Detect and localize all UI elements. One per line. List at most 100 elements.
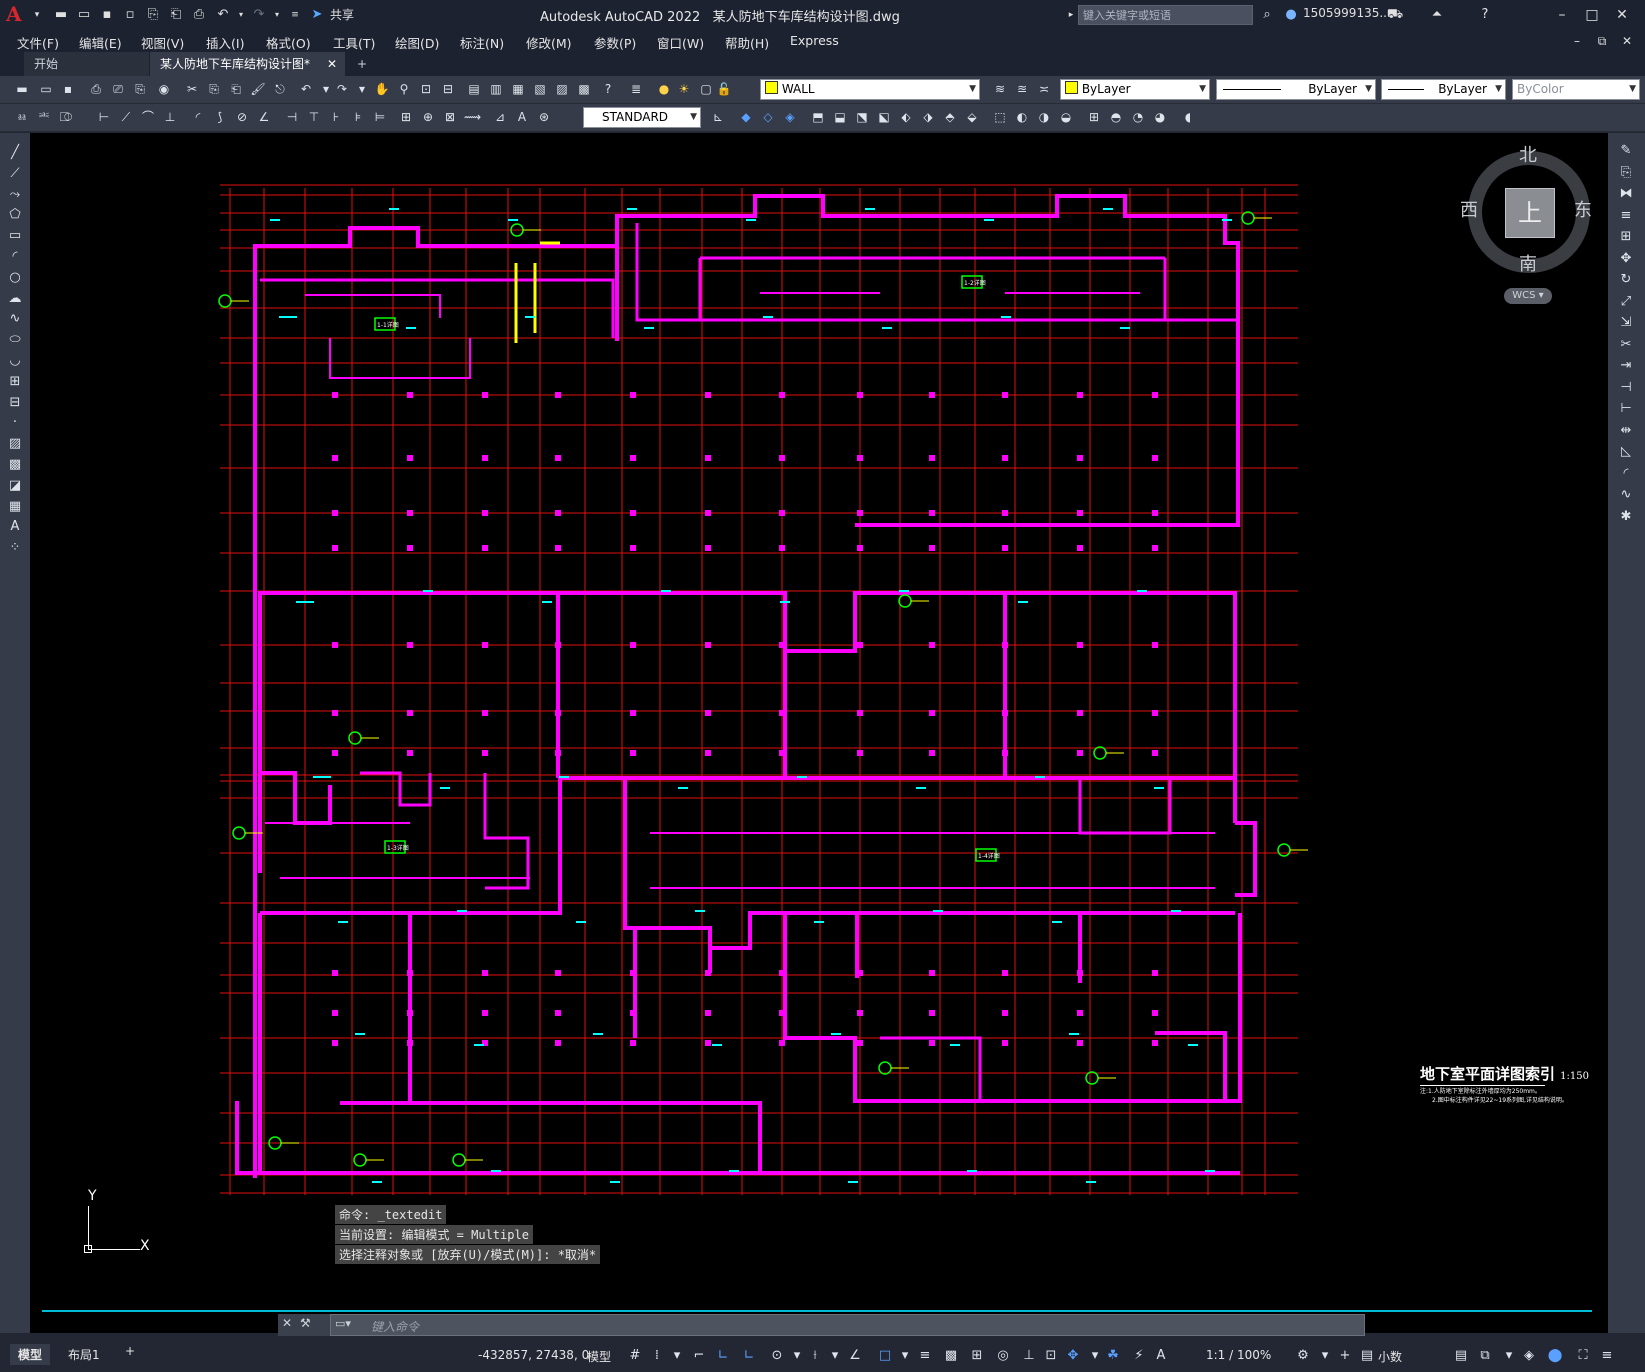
layer-properties-icon[interactable]: ≣ <box>628 81 644 97</box>
redo-icon[interactable]: ↷ <box>334 81 350 97</box>
lineweight-dropdown[interactable]: ByLayer ▼ <box>1381 79 1506 100</box>
share-label[interactable]: 共享 <box>330 6 354 23</box>
3d-osnap-icon[interactable]: ◎ <box>994 1347 1012 1365</box>
ordinate-icon[interactable]: ⊥ <box>162 109 178 125</box>
gizmo-icon[interactable]: ✥ <box>1064 1347 1082 1365</box>
zoom-realtime-icon[interactable]: ⚲ <box>396 81 412 97</box>
doc-close-button[interactable]: ✕ <box>1615 30 1639 52</box>
new-file-icon[interactable]: ▬ <box>52 6 70 24</box>
lineweight-icon[interactable]: ≡ <box>916 1347 934 1365</box>
menu-edit[interactable]: 编辑(E) <box>79 33 122 52</box>
ellipse-arc-icon[interactable]: ◡ <box>5 351 25 371</box>
polyline-icon[interactable]: ⤳ <box>5 185 25 205</box>
annotation-monitor-icon[interactable]: A <box>1152 1347 1170 1365</box>
workspace-icon[interactable]: ⚙ <box>1294 1347 1312 1365</box>
inspect-icon[interactable]: ⊠ <box>442 109 458 125</box>
array-icon[interactable]: ⊞ <box>1616 227 1636 247</box>
app-menu-chevron-icon[interactable]: ▾ <box>28 6 46 24</box>
slice-icon[interactable]: ⬗ <box>920 109 936 125</box>
pan-icon[interactable]: ✋ <box>374 81 390 97</box>
wcs-menu[interactable]: WCS ▾ <box>1504 288 1552 304</box>
sweep-icon[interactable]: ⬔ <box>854 109 870 125</box>
zoom-previous-icon[interactable]: ⊟ <box>440 81 456 97</box>
loft-icon[interactable]: ⬕ <box>876 109 892 125</box>
auto-scale-icon[interactable]: ⚡ <box>1130 1347 1148 1365</box>
copy-object-icon[interactable]: ⎘ <box>1616 163 1636 183</box>
qnew-icon[interactable]: ▬ <box>14 81 30 97</box>
units-menu-icon[interactable]: ▤ <box>1452 1347 1470 1365</box>
move-icon[interactable]: ✥ <box>1616 249 1636 269</box>
intersect-icon[interactable]: ◈ <box>782 109 798 125</box>
viewcube-north[interactable]: 北 <box>1519 141 1537 167</box>
osnap-2d-icon[interactable]: □ <box>876 1347 894 1365</box>
union-icon[interactable]: ◆ <box>738 109 754 125</box>
plot-icon[interactable]: ⎙ <box>88 81 104 97</box>
polygon-icon[interactable]: ⬠ <box>5 205 25 225</box>
cart-icon[interactable]: ⛟ <box>1386 6 1404 24</box>
viewcube-west[interactable]: 西 <box>1460 196 1478 222</box>
rotate-icon[interactable]: ↻ <box>1616 270 1636 290</box>
calculator-icon[interactable]: ▩ <box>576 81 592 97</box>
workspace-dropdown-icon[interactable]: ▾ <box>1316 1347 1334 1365</box>
circle-icon[interactable]: ○ <box>5 268 25 288</box>
cut-icon[interactable]: ✂ <box>184 81 200 97</box>
new-tab-button[interactable]: + <box>347 52 377 76</box>
scale-icon[interactable]: ⤢ <box>1616 292 1636 312</box>
dim-style-icon[interactable]: ⎄ <box>58 109 74 125</box>
linear-dim-icon[interactable]: ⊢ <box>96 109 112 125</box>
arc-length-icon[interactable]: ⌒ <box>140 109 156 125</box>
snap-icon[interactable]: ⁞ <box>648 1347 666 1365</box>
blend-icon[interactable]: ∿ <box>1616 485 1636 505</box>
quick-properties-icon[interactable]: ▤ <box>1358 1347 1376 1365</box>
explode-icon[interactable]: ✱ <box>1616 507 1636 527</box>
redo-icon[interactable]: ↷ <box>250 6 268 24</box>
isolate-icon[interactable]: ◈ <box>1520 1347 1538 1365</box>
customize-icon[interactable]: ≡ <box>1598 1347 1616 1365</box>
tab-close-icon[interactable]: ✕ <box>327 52 337 76</box>
shell-icon[interactable]: ◔ <box>1130 109 1146 125</box>
osnap-dropdown-icon[interactable]: ▾ <box>896 1347 914 1365</box>
properties-icon[interactable]: ▤ <box>466 81 482 97</box>
text-style-dropdown[interactable]: STANDARD ▼ <box>583 107 701 128</box>
extrude-icon[interactable]: ⬒ <box>810 109 826 125</box>
help-icon[interactable]: ? <box>1476 6 1494 24</box>
separate-icon[interactable]: ◓ <box>1108 109 1124 125</box>
redo-dropdown-icon[interactable]: ▾ <box>354 81 370 97</box>
mtext-icon[interactable]: A <box>5 517 25 537</box>
rectangle-icon[interactable]: ▭ <box>5 226 25 246</box>
add-icon[interactable]: + <box>1336 1347 1354 1365</box>
layer-dropdown[interactable]: WALL ▼ <box>760 79 980 100</box>
break-icon[interactable]: ⊢ <box>1616 399 1636 419</box>
menu-insert[interactable]: 插入(I) <box>206 33 244 52</box>
diameter-icon[interactable]: ⊘ <box>234 109 250 125</box>
markup-icon[interactable]: ▨ <box>554 81 570 97</box>
chamfer-edge-icon[interactable]: ◑ <box>1036 109 1052 125</box>
a360-icon[interactable]: ⏶ <box>1428 6 1446 24</box>
baseline-icon[interactable]: ⊤ <box>306 109 322 125</box>
undo-dropdown-icon[interactable]: ▾ <box>232 6 250 24</box>
spline-icon[interactable]: ∿ <box>5 309 25 329</box>
extend-icon[interactable]: ⇥ <box>1616 356 1636 376</box>
open-icon[interactable]: ▭ <box>38 81 54 97</box>
add-selected-icon[interactable]: ⁘ <box>5 538 25 558</box>
transparency-icon[interactable]: ▩ <box>942 1347 960 1365</box>
fullscreen-icon[interactable]: ⛶ <box>1574 1347 1592 1365</box>
block-editor-icon[interactable]: ⎋ <box>272 81 288 97</box>
jogged-linear-icon[interactable]: ⟿ <box>464 109 481 125</box>
tab-drawing[interactable]: 某人防地下车库结构设计图* ✕ <box>150 52 345 76</box>
model-space-toggle[interactable]: 模型 <box>587 1348 611 1365</box>
viewcube-east[interactable]: 东 <box>1574 196 1592 222</box>
undo-dropdown-icon[interactable]: ▾ <box>318 81 334 97</box>
quick-dim-icon[interactable]: ⊣ <box>284 109 300 125</box>
3d-print-icon[interactable]: ◉ <box>156 81 172 97</box>
design-center-icon[interactable]: ▥ <box>488 81 504 97</box>
arc-icon[interactable]: ◜ <box>5 247 25 267</box>
subtract-icon[interactable]: ◇ <box>760 109 776 125</box>
mirror-icon[interactable]: ⧓ <box>1616 184 1636 204</box>
open-file-icon[interactable]: ▭ <box>75 6 93 24</box>
menu-view[interactable]: 视图(V) <box>141 33 184 52</box>
units-dropdown[interactable]: 小数 <box>1378 1348 1402 1365</box>
zoom-window-icon[interactable]: ⊡ <box>418 81 434 97</box>
redo-dropdown-icon[interactable]: ▾ <box>268 6 286 24</box>
command-prompt-icon[interactable]: ▭▾ <box>335 1317 351 1330</box>
